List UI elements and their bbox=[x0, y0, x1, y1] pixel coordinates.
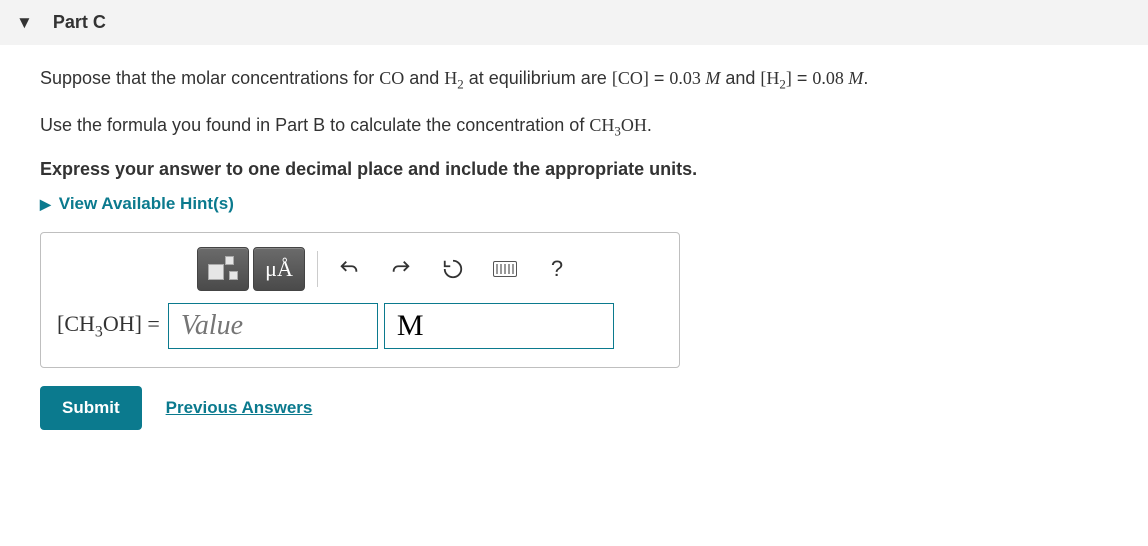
question-line-1: Suppose that the molar concentrations fo… bbox=[40, 65, 1100, 94]
text: at equilibrium are bbox=[464, 68, 612, 88]
equation-row: [CH3OH] = bbox=[57, 303, 663, 349]
text: and bbox=[404, 68, 444, 88]
co-value: 0.03 bbox=[669, 68, 701, 88]
view-hints-toggle[interactable]: ▶ View Available Hint(s) bbox=[40, 194, 1100, 214]
help-icon: ? bbox=[551, 256, 563, 282]
part-title: Part C bbox=[53, 12, 106, 33]
answer-lhs: [CH3OH] = bbox=[57, 311, 160, 341]
unit-input[interactable] bbox=[384, 303, 614, 349]
unit-molar: M bbox=[844, 68, 864, 88]
templates-icon bbox=[208, 258, 238, 280]
text: Suppose that the molar concentrations fo… bbox=[40, 68, 379, 88]
collapse-arrow-icon: ▼ bbox=[16, 13, 33, 33]
species-co: CO bbox=[379, 68, 404, 88]
text: . bbox=[863, 68, 868, 88]
reset-button[interactable] bbox=[430, 248, 476, 290]
undo-button[interactable] bbox=[326, 248, 372, 290]
text: = bbox=[792, 68, 813, 88]
part-header[interactable]: ▼ Part C bbox=[0, 0, 1148, 45]
answer-instruction: Express your answer to one decimal place… bbox=[40, 159, 1100, 180]
text: . bbox=[647, 115, 652, 135]
text: = bbox=[649, 68, 670, 88]
species-h2: H2 bbox=[444, 68, 463, 88]
h2-value: 0.08 bbox=[812, 68, 844, 88]
hints-label: View Available Hint(s) bbox=[59, 194, 234, 214]
toolbar-separator bbox=[317, 251, 318, 287]
chevron-right-icon: ▶ bbox=[40, 196, 51, 213]
keyboard-button[interactable] bbox=[482, 248, 528, 290]
symbols-icon: μÅ bbox=[265, 256, 293, 282]
h2-bracket: [H2] bbox=[760, 68, 791, 88]
input-toolbar: μÅ ? bbox=[197, 247, 663, 291]
answer-input-box: μÅ ? [CH3OH] = bbox=[40, 232, 680, 368]
help-button[interactable]: ? bbox=[534, 248, 580, 290]
content-area: Suppose that the molar concentrations fo… bbox=[0, 45, 1140, 450]
species-ch3oh: CH3OH bbox=[589, 115, 647, 135]
templates-button[interactable] bbox=[197, 247, 249, 291]
submit-row: Submit Previous Answers bbox=[40, 386, 1100, 430]
redo-icon bbox=[390, 258, 412, 280]
previous-answers-link[interactable]: Previous Answers bbox=[166, 398, 313, 418]
value-input[interactable] bbox=[168, 303, 378, 349]
submit-button[interactable]: Submit bbox=[40, 386, 142, 430]
symbols-button[interactable]: μÅ bbox=[253, 247, 305, 291]
keyboard-icon bbox=[493, 261, 517, 277]
redo-button[interactable] bbox=[378, 248, 424, 290]
unit-molar: M bbox=[701, 68, 721, 88]
undo-icon bbox=[338, 258, 360, 280]
text: Use the formula you found in Part B to c… bbox=[40, 115, 589, 135]
reset-icon bbox=[442, 258, 464, 280]
co-bracket: [CO] bbox=[612, 68, 649, 88]
text: and bbox=[720, 68, 760, 88]
question-line-2: Use the formula you found in Part B to c… bbox=[40, 112, 1100, 141]
